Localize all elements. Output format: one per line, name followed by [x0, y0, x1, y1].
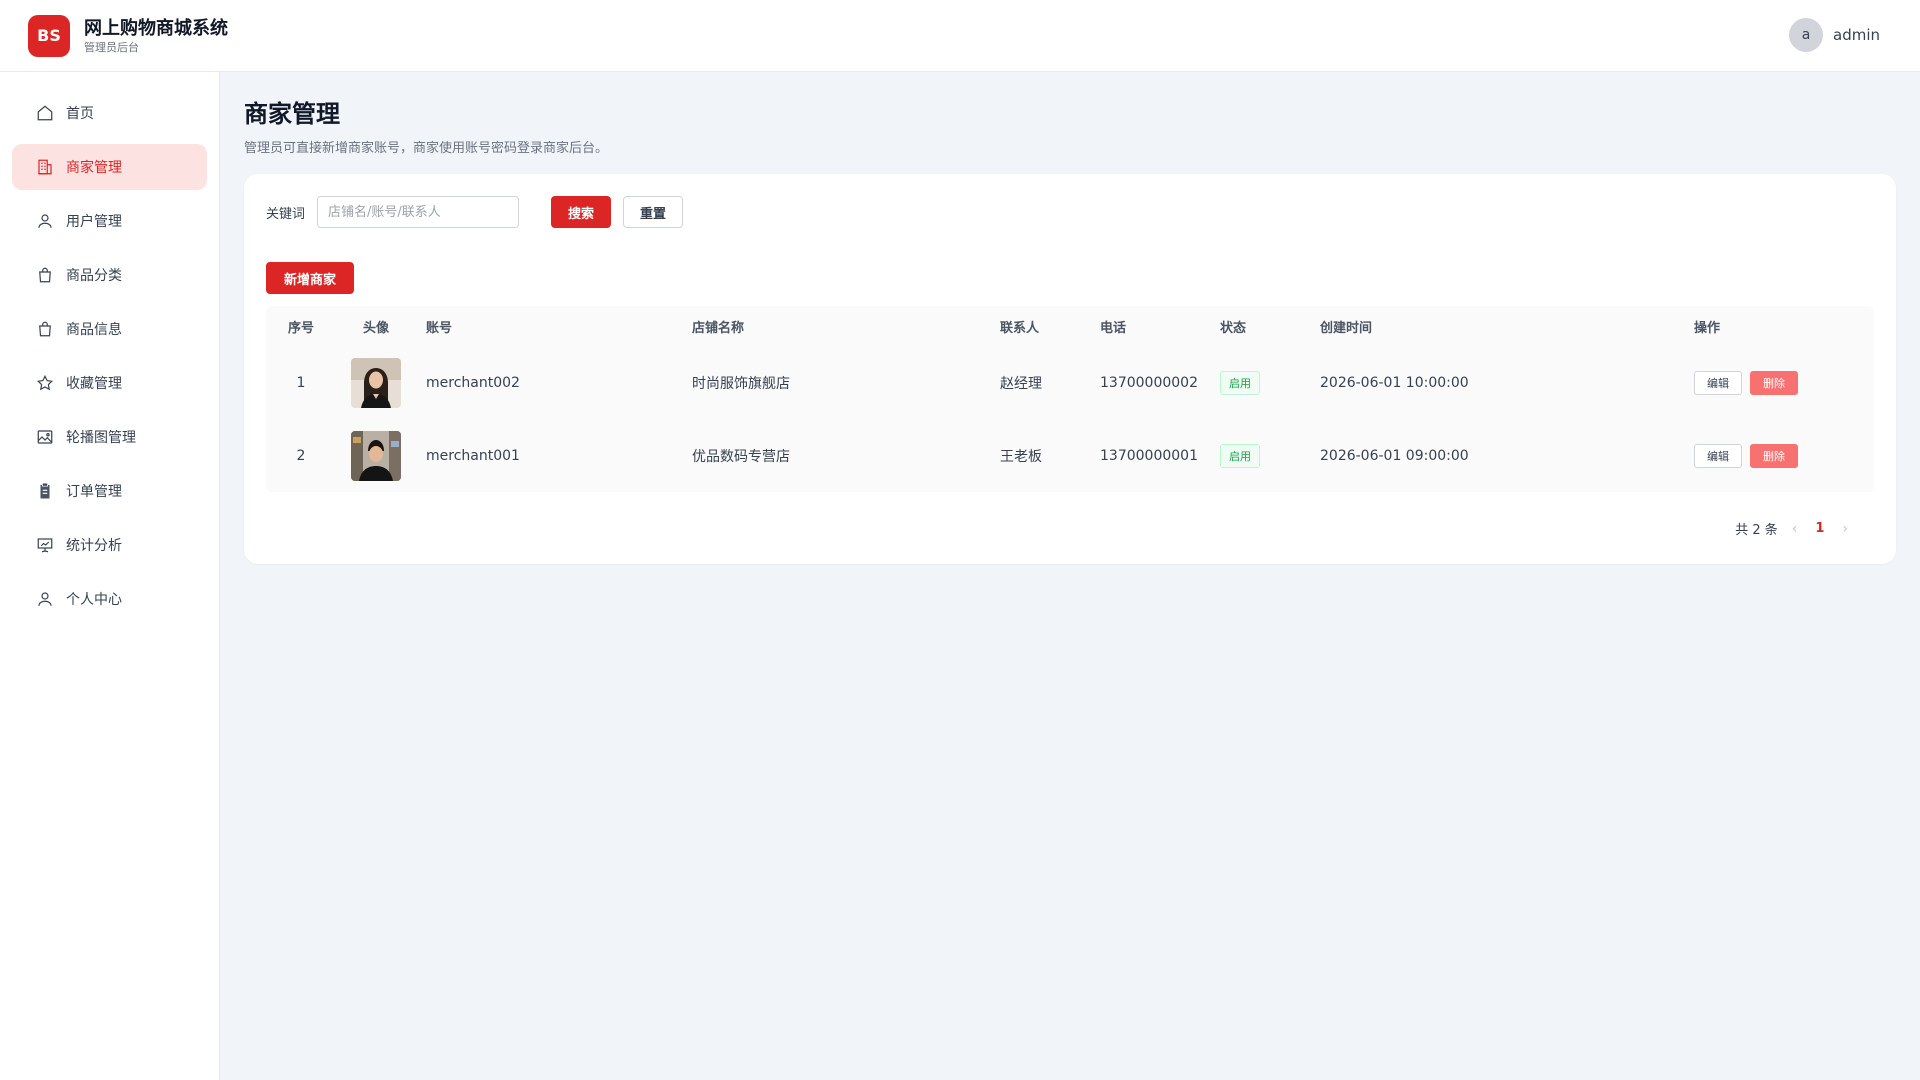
reset-button[interactable]: 重置 — [623, 196, 684, 228]
sidebar-item-label: 商品信息 — [66, 322, 122, 338]
chevron-right-icon[interactable]: › — [1842, 521, 1848, 537]
row-account: merchant002 — [426, 374, 520, 391]
column-header: 店铺名称 — [692, 320, 745, 336]
sidebar-item-banners[interactable]: 轮播图管理 — [12, 414, 207, 460]
avatar: a — [1789, 18, 1823, 52]
merchant-avatar-image — [351, 430, 401, 481]
main-content: 商家管理 管理员可直接新增商家账号，商家使用账号密码登录商家后台。 关键词 搜索… — [244, 72, 1896, 564]
table-row: 1 merchant002 时尚服饰旗舰店 赵经理 13700000002 启用… — [266, 346, 1874, 419]
column-header: 操作 — [1694, 320, 1721, 336]
shopping-bag-icon — [39, 267, 51, 283]
sidebar-item-label: 商家管理 — [66, 160, 122, 176]
status-badge: 启用 — [1220, 443, 1260, 468]
sidebar-item-orders[interactable]: 订单管理 — [12, 468, 207, 514]
sidebar-item-favorites[interactable]: 收藏管理 — [12, 360, 207, 406]
row-index: 2 — [296, 447, 306, 464]
sidebar-item-statistics[interactable]: 统计分析 — [12, 522, 207, 568]
app-logo: BS — [28, 14, 70, 57]
sidebar-item-label: 订单管理 — [66, 484, 122, 500]
pagination-page-1[interactable]: 1 — [1815, 521, 1824, 536]
sidebar-item-products[interactable]: 商品信息 — [12, 306, 207, 352]
delete-button[interactable]: 删除 — [1750, 443, 1798, 468]
app-title: 网上购物商城系统 — [84, 17, 228, 39]
add-merchant-button[interactable]: 新增商家 — [266, 262, 354, 294]
sidebar-item-label: 用户管理 — [66, 214, 122, 230]
search-input[interactable] — [317, 196, 520, 228]
search-button[interactable]: 搜索 — [551, 196, 612, 228]
column-header: 状态 — [1220, 320, 1247, 336]
sidebar-item-home[interactable]: 首页 — [12, 90, 207, 136]
search-label: 关键词 — [266, 206, 306, 222]
chevron-left-icon[interactable]: ‹ — [1792, 521, 1798, 537]
clipboard-icon — [40, 483, 50, 499]
user-menu[interactable]: a admin — [1789, 18, 1880, 52]
sidebar-item-label: 个人中心 — [66, 592, 122, 608]
sidebar-item-profile[interactable]: 个人中心 — [12, 576, 207, 622]
building-icon — [38, 159, 52, 175]
search-bar: 关键词 搜索 重置 — [266, 196, 1874, 228]
sidebar-item-label: 商品分类 — [66, 268, 122, 284]
top-header: BS 网上购物商城系统 管理员后台 a admin — [0, 0, 1920, 72]
merchant-table: 序号 头像 账号 店铺名称 联系人 电话 状态 创建时间 操作 1 mercha… — [266, 306, 1874, 492]
merchant-avatar-image — [351, 357, 401, 408]
sidebar-item-categories[interactable]: 商品分类 — [12, 252, 207, 298]
sidebar-item-label: 轮播图管理 — [66, 430, 136, 446]
row-contact: 王老板 — [1000, 448, 1042, 465]
delete-button[interactable]: 删除 — [1750, 370, 1798, 395]
column-header: 创建时间 — [1320, 320, 1373, 336]
page-title: 商家管理 — [244, 100, 340, 128]
image-icon — [37, 430, 53, 444]
sidebar-item-label: 统计分析 — [66, 538, 122, 554]
row-phone: 13700000002 — [1100, 374, 1198, 391]
page-description: 管理员可直接新增商家账号，商家使用账号密码登录商家后台。 — [244, 141, 609, 156]
app-subtitle: 管理员后台 — [84, 40, 139, 54]
pagination-total: 共 2 条 — [1735, 523, 1778, 538]
pagination: 共 2 条 ‹ 1 › — [1735, 519, 1862, 539]
edit-button[interactable]: 编辑 — [1694, 370, 1742, 395]
column-header: 序号 — [287, 320, 314, 336]
presentation-chart-icon — [37, 538, 53, 553]
user-name: admin — [1833, 26, 1880, 44]
user-icon — [38, 214, 52, 228]
sidebar-item-label: 首页 — [66, 106, 94, 122]
sidebar-item-merchants[interactable]: 商家管理 — [12, 144, 207, 190]
home-icon — [37, 105, 53, 121]
edit-button[interactable]: 编辑 — [1694, 443, 1742, 468]
row-shop-name: 优品数码专营店 — [692, 448, 790, 465]
row-contact: 赵经理 — [1000, 375, 1042, 392]
row-created-time: 2026-06-01 10:00:00 — [1320, 374, 1469, 391]
row-created-time: 2026-06-01 09:00:00 — [1320, 447, 1469, 464]
merchant-card: 关键词 搜索 重置 新增商家 — [244, 174, 1896, 564]
brand: 网上购物商城系统 管理员后台 — [84, 17, 228, 55]
shopping-bag-icon — [39, 321, 51, 337]
sidebar-item-users[interactable]: 用户管理 — [12, 198, 207, 244]
column-header: 联系人 — [1000, 320, 1040, 336]
table-row: 2 merchant001 优品数码专营店 王老板 13700000001 启用… — [266, 419, 1874, 492]
column-header: 账号 — [426, 320, 453, 336]
column-header: 头像 — [362, 320, 389, 336]
star-icon — [36, 374, 54, 391]
row-index: 1 — [296, 374, 306, 391]
table-header-row: 序号 头像 账号 店铺名称 联系人 电话 状态 创建时间 操作 — [266, 306, 1874, 346]
user-icon — [38, 592, 52, 606]
row-account: merchant001 — [426, 447, 520, 464]
row-phone: 13700000001 — [1100, 447, 1198, 464]
status-badge: 启用 — [1220, 370, 1260, 395]
row-shop-name: 时尚服饰旗舰店 — [692, 375, 790, 392]
sidebar: 首页 商家管理 用户管理 商品分类 商品信息 收藏管理 轮播图管理 订单管理 统… — [0, 72, 220, 1080]
column-header: 电话 — [1100, 320, 1127, 336]
sidebar-item-label: 收藏管理 — [66, 376, 122, 392]
